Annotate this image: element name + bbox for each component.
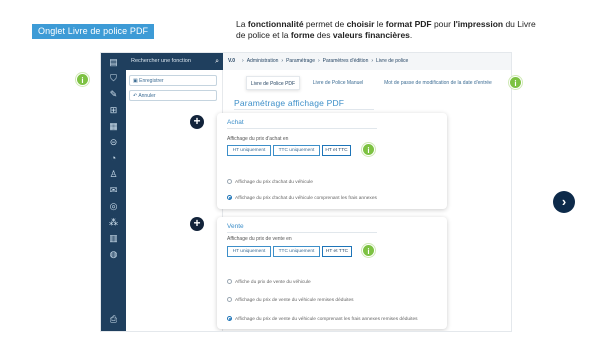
document-icon[interactable]: ▦ xyxy=(108,121,119,132)
cancel-button[interactable]: ↶ Annuler xyxy=(129,90,217,101)
info-hint-achat[interactable]: i xyxy=(362,143,375,156)
vente-radio-2[interactable]: Affichage du prix de vente du véhicule r… xyxy=(227,297,354,303)
achat-label: Affichage du prix d'achat en xyxy=(227,136,289,142)
vente-radio-3[interactable]: Affichage du prix de vente du véhicule c… xyxy=(227,316,418,322)
expand-achat-button[interactable]: + xyxy=(190,115,204,129)
achat-option-ht-ttc[interactable]: HT et TTC xyxy=(322,145,351,156)
wrench-icon[interactable]: ✎ xyxy=(108,89,119,100)
sidebar: ▤ ⛉ ✎ ⊞ ▦ ⊝ ◔ ♙ ✉ ◎ ⁂ ▥ ◍ ⎙ xyxy=(101,53,126,331)
achat-card: Achat Affichage du prix d'achat en HT un… xyxy=(217,113,447,209)
slide: Onglet Livre de police PDF La fonctionna… xyxy=(0,0,600,338)
gauge-icon[interactable]: ◔ xyxy=(108,153,119,164)
vente-option-ttc[interactable]: TTC uniquement xyxy=(273,246,320,257)
radio-button[interactable] xyxy=(227,297,232,302)
tab-livre-police-pdf[interactable]: Livre de Police PDF xyxy=(246,76,300,90)
search-icon[interactable]: ⌕ xyxy=(215,53,219,70)
vente-title: Vente xyxy=(227,223,244,230)
cart-icon[interactable]: ⛉ xyxy=(108,73,119,84)
app-window: ▤ ⛉ ✎ ⊞ ▦ ⊝ ◔ ♙ ✉ ◎ ⁂ ▥ ◍ ⎙ Rechercher u… xyxy=(100,52,512,332)
breadcrumb-item[interactable]: Administration xyxy=(247,58,279,64)
vente-option-ht-ttc[interactable]: HT et TTC xyxy=(322,246,352,257)
achat-radio-2[interactable]: Affichage du prix d'achat du véhicule co… xyxy=(227,195,377,201)
next-slide-button[interactable]: › xyxy=(553,191,575,213)
expand-vente-button[interactable]: + xyxy=(190,217,204,231)
version-label: V.0 xyxy=(228,58,236,64)
breadcrumb-item-current: Livre de police xyxy=(376,58,409,64)
radio-button[interactable] xyxy=(227,279,232,284)
achat-radio-1[interactable]: Affichage du prix d'achat du véhicule xyxy=(227,179,313,185)
slide-description: La fonctionnalité permet de choisir le f… xyxy=(236,19,536,40)
left-panel: ▣ Enregistrer ↶ Annuler xyxy=(126,70,223,331)
radio-button[interactable] xyxy=(227,179,232,184)
radio-button-selected[interactable] xyxy=(227,195,232,200)
globe-icon[interactable]: ◍ xyxy=(108,249,119,260)
vente-label: Affichage du prix de vente en xyxy=(227,236,292,242)
tab-livre-police-manuel[interactable]: Livre de Police Manuel xyxy=(308,76,368,90)
vente-option-ht[interactable]: HT uniquement xyxy=(227,246,271,257)
tab-mot-de-passe[interactable]: Mot de passe de modification de la date … xyxy=(376,76,500,90)
achat-option-ht[interactable]: HT uniquement xyxy=(227,145,271,156)
mail-icon[interactable]: ✉ xyxy=(108,185,119,196)
chart-icon[interactable]: ▥ xyxy=(108,233,119,244)
achat-title: Achat xyxy=(227,119,244,126)
breadcrumb: V.0 › Administration › Paramétrage › Paramètre… xyxy=(223,53,511,70)
vente-divider xyxy=(227,232,377,233)
tab-bar: Livre de Police PDF Livre de Police Manu… xyxy=(223,70,511,92)
save-button[interactable]: ▣ Enregistrer xyxy=(129,75,217,86)
group-icon[interactable]: ⁂ xyxy=(108,217,119,228)
vente-radio-1[interactable]: Affiche du prix de vente du véhicule xyxy=(227,279,311,285)
info-hint-vente[interactable]: i xyxy=(362,244,375,257)
home-icon[interactable]: ▤ xyxy=(108,57,119,68)
info-hint-sidebar[interactable]: i xyxy=(76,73,89,86)
car-icon[interactable]: ⊞ xyxy=(108,105,119,116)
info-hint-tabs[interactable]: i xyxy=(509,76,522,89)
vente-card: Vente Affichage du prix de vente en HT u… xyxy=(217,217,447,329)
breadcrumb-item[interactable]: Paramètres d'édition xyxy=(323,58,369,64)
search-placeholder: Rechercher une fonction xyxy=(131,58,191,64)
radio-button-selected[interactable] xyxy=(227,316,232,321)
breadcrumb-item[interactable]: Paramétrage xyxy=(286,58,315,64)
achat-divider xyxy=(227,128,377,129)
person-icon[interactable]: ♙ xyxy=(108,169,119,180)
section-title: Paramétrage affichage PDF xyxy=(234,98,345,108)
key-icon[interactable]: ⊝ xyxy=(108,137,119,148)
slide-title-badge: Onglet Livre de police PDF xyxy=(32,24,155,39)
target-icon[interactable]: ◎ xyxy=(108,201,119,212)
section-divider xyxy=(234,109,374,110)
search-input[interactable]: Rechercher une fonction ⌕ xyxy=(126,53,223,70)
printer-icon[interactable]: ⎙ xyxy=(108,314,119,325)
achat-option-ttc[interactable]: TTC uniquement xyxy=(273,145,320,156)
